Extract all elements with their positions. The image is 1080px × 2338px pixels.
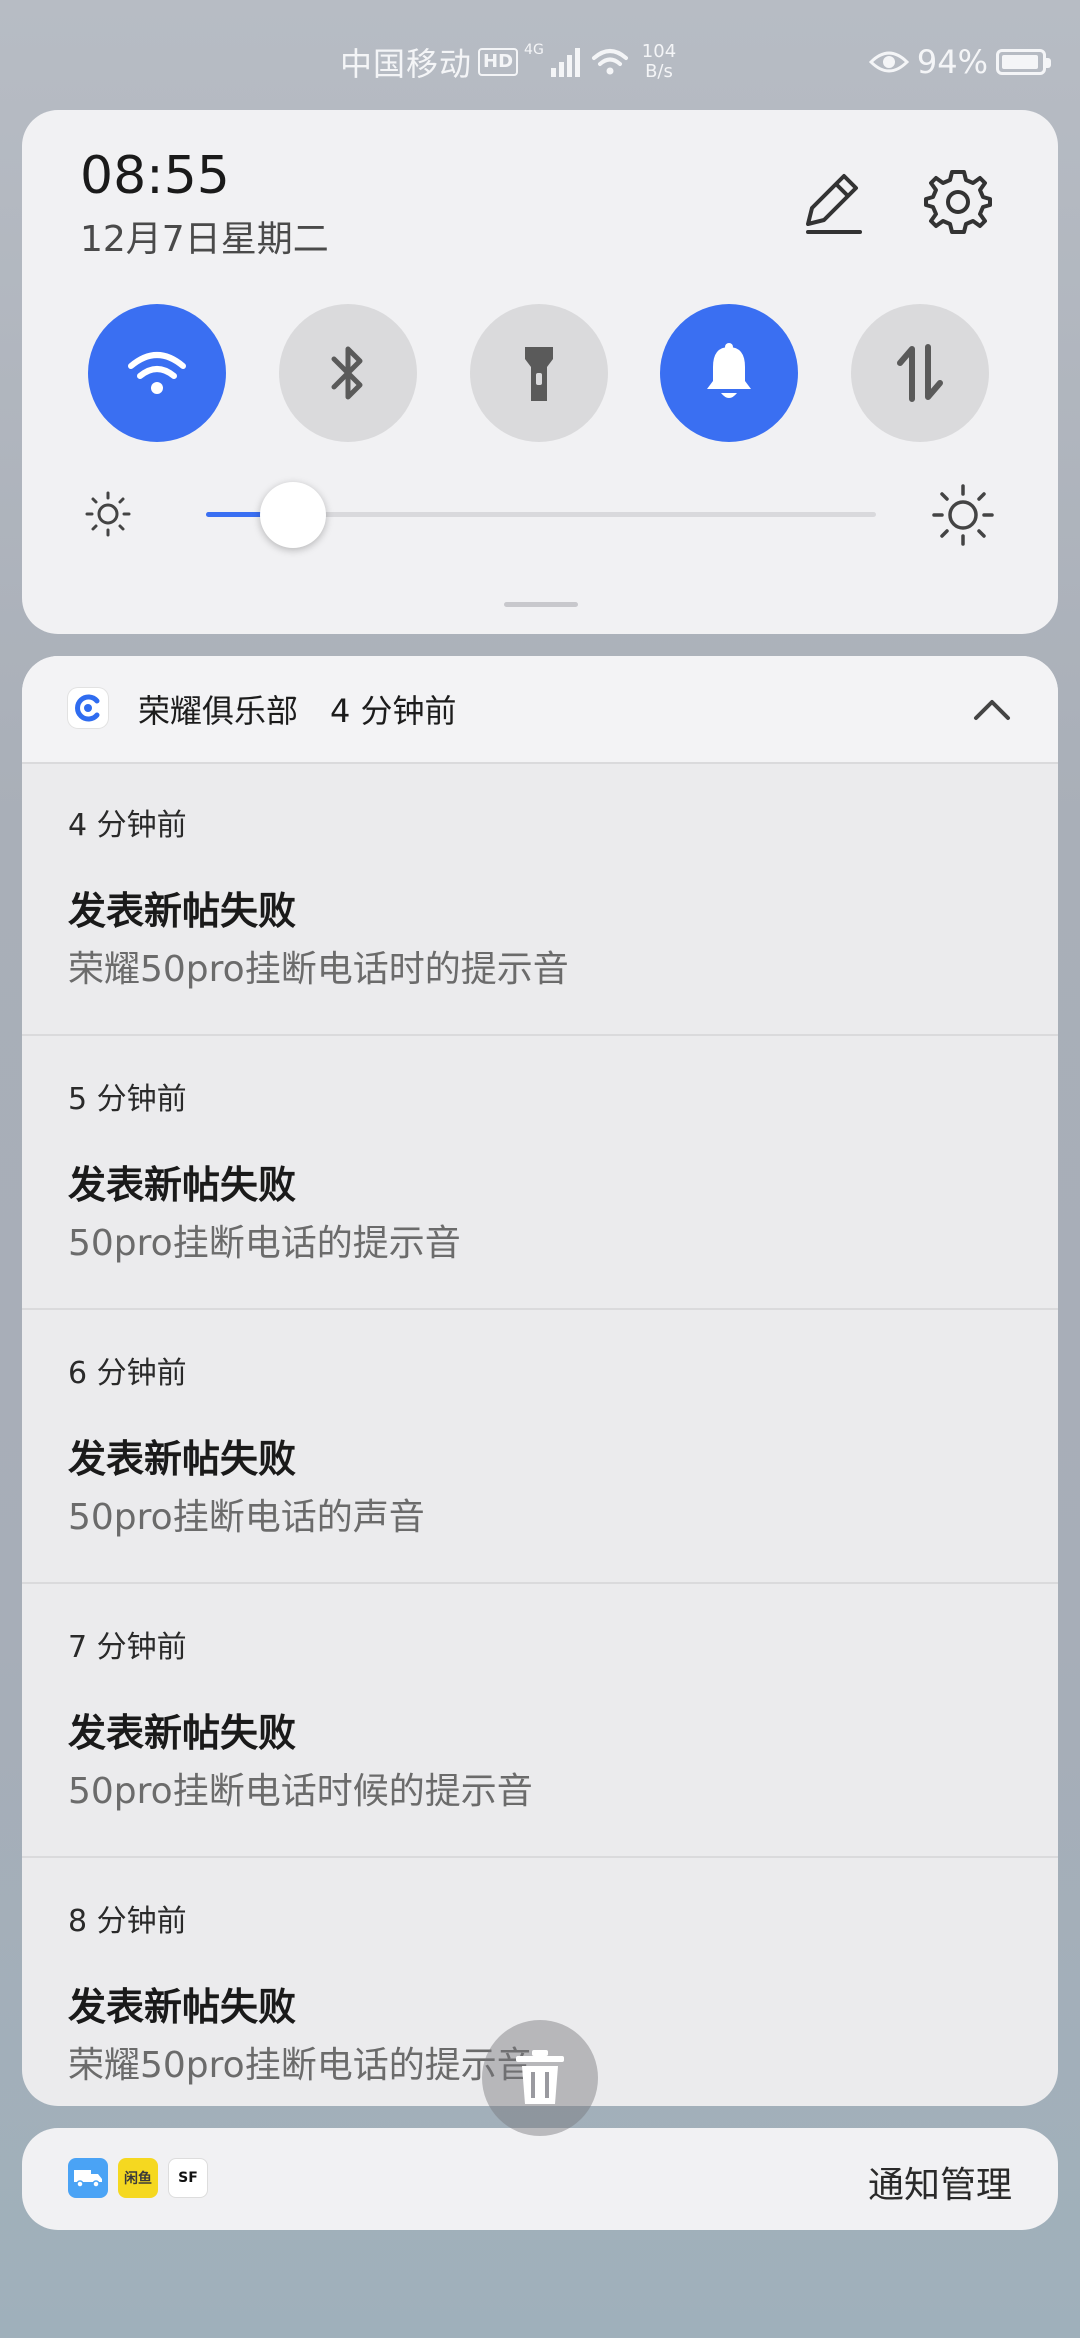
notification-time: 5 分钟前 (68, 1082, 187, 1117)
pencil-icon (806, 174, 862, 234)
panel-drag-handle[interactable] (504, 602, 578, 607)
brightness-thumb[interactable] (260, 482, 327, 548)
sf-express-icon: SF (168, 2158, 208, 2198)
sf-text: SF (178, 2170, 198, 2186)
network-speed: 104 B/s (642, 42, 676, 82)
yellow-app-icon: 闲鱼 (118, 2158, 158, 2198)
bluetooth-toggle[interactable] (279, 304, 417, 442)
notification-title: 发表新帖失败 (68, 889, 297, 933)
gear-icon (924, 170, 992, 234)
wifi-status-icon (591, 49, 628, 75)
signal-icon (550, 48, 580, 77)
settings-button[interactable] (918, 162, 998, 242)
notification-item[interactable]: 7 分钟前 发表新帖失败 50pro挂断电话时候的提示音 (22, 1584, 1058, 1858)
brightness-low-icon (85, 491, 131, 537)
notification-title: 发表新帖失败 (68, 1985, 297, 2029)
notification-time: 7 分钟前 (68, 1630, 187, 1665)
brightness-high-icon (932, 484, 994, 546)
notification-item[interactable]: 4 分钟前 发表新帖失败 荣耀50pro挂断电话时的提示音 (22, 762, 1058, 1036)
chevron-up-icon[interactable] (970, 688, 1014, 732)
notification-group-header[interactable]: 荣耀俱乐部 4 分钟前 (22, 656, 1058, 764)
carrier-name: 中国移动 (340, 45, 473, 83)
collapsed-app-icons[interactable]: 闲鱼 SF (68, 2158, 208, 2198)
yellow-app-text: 闲鱼 (124, 2171, 152, 2187)
clock-date: 12月7日星期二 (80, 219, 329, 260)
notification-title: 发表新帖失败 (68, 1711, 297, 1755)
delivery-truck-icon (68, 2158, 108, 2198)
notification-title: 发表新帖失败 (68, 1437, 297, 1481)
flashlight-toggle[interactable] (470, 304, 608, 442)
clear-all-button[interactable] (482, 2020, 598, 2136)
wifi-icon (128, 352, 186, 394)
speed-unit: B/s (645, 61, 673, 82)
notification-time: 8 分钟前 (68, 1904, 187, 1939)
honor-club-app-icon (68, 688, 108, 728)
quick-settings-panel: 08:55 12月7日星期二 (22, 110, 1058, 634)
brightness-slider[interactable] (206, 482, 876, 548)
notification-body: 荣耀50pro挂断电话时的提示音 (68, 949, 569, 990)
notification-body: 50pro挂断电话时候的提示音 (68, 1771, 533, 1812)
battery-percent: 94% (916, 43, 988, 81)
eye-icon (868, 51, 909, 73)
battery-icon (996, 49, 1051, 75)
data-arrows-icon (897, 344, 943, 402)
notification-item[interactable]: 6 分钟前 发表新帖失败 50pro挂断电话的声音 (22, 1310, 1058, 1584)
wifi-toggle[interactable] (88, 304, 226, 442)
speed-value: 104 (641, 41, 677, 62)
notification-body: 荣耀50pro挂断电话的提示音 (68, 2045, 533, 2086)
flashlight-icon (525, 347, 553, 401)
sound-toggle[interactable] (660, 304, 798, 442)
mobile-data-toggle[interactable] (851, 304, 989, 442)
notification-body: 50pro挂断电话的声音 (68, 1497, 425, 1538)
app-name: 荣耀俱乐部 (138, 692, 299, 730)
bluetooth-icon (331, 346, 363, 400)
brightness-row (22, 474, 1058, 554)
notification-group: 荣耀俱乐部 4 分钟前 4 分钟前 发表新帖失败 荣耀50pro挂断电话时的提示… (22, 656, 1058, 2106)
notification-footer: 闲鱼 SF 通知管理 (22, 2128, 1058, 2230)
notification-time: 4 分钟前 (68, 808, 187, 843)
group-time: 4 分钟前 (330, 692, 457, 730)
edit-button[interactable] (792, 162, 872, 242)
honor-club-logo-icon (75, 694, 100, 722)
clock-time: 08:55 (80, 146, 230, 206)
trash-icon (516, 2050, 564, 2104)
notification-time: 6 分钟前 (68, 1356, 187, 1391)
notification-title: 发表新帖失败 (68, 1163, 297, 1207)
notification-management-link[interactable]: 通知管理 (868, 2156, 1012, 2208)
notification-body: 50pro挂断电话的提示音 (68, 1223, 461, 1264)
network-type: 4G (524, 42, 544, 58)
hd-badge: HD (478, 48, 519, 76)
notification-item[interactable]: 5 分钟前 发表新帖失败 50pro挂断电话的提示音 (22, 1036, 1058, 1310)
status-bar: 中国移动 HD 4G 104 B/s 94% (0, 0, 1080, 110)
bell-icon (707, 343, 751, 398)
